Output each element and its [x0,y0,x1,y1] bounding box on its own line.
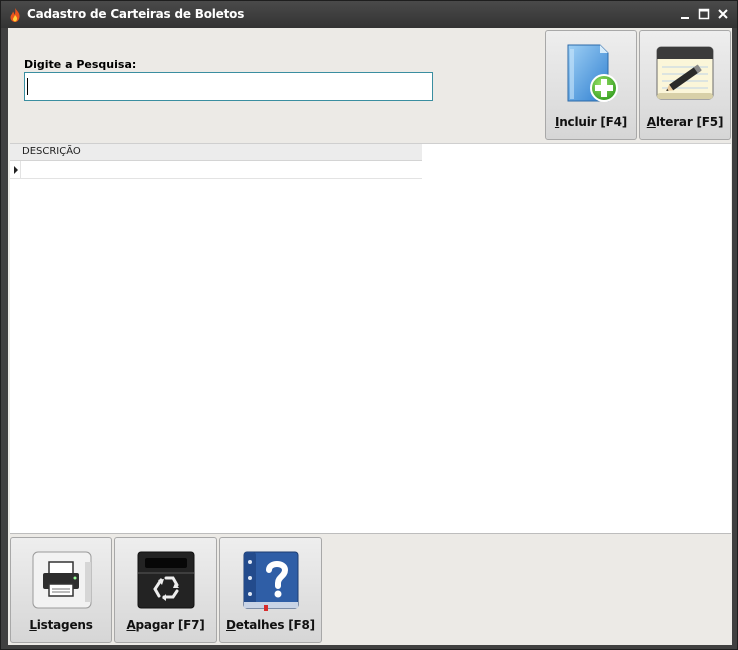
column-header-descricao[interactable]: DESCRIÇÃO [22,146,81,157]
maximize-icon[interactable] [696,6,712,22]
minimize-icon[interactable] [677,6,693,22]
help-book-icon [240,548,302,612]
printer-icon [31,548,93,612]
results-grid[interactable]: DESCRIÇÃO [10,143,731,534]
delete-button-label: Apagar [F7] [126,618,205,632]
close-icon[interactable] [715,6,731,22]
text-caret [27,78,28,95]
main-window: Cadastro de Carteiras de Boletos Digite … [0,0,738,650]
table-row[interactable] [10,161,422,179]
recycle-bin-icon [135,548,197,612]
edit-button[interactable]: Alterar [F5] [639,30,731,140]
folder-add-icon [560,41,622,105]
grid-header: DESCRIÇÃO [10,144,422,161]
details-button[interactable]: Detalhes [F8] [219,537,322,643]
listings-button[interactable]: Listagens [10,537,112,643]
window-title: Cadastro de Carteiras de Boletos [27,7,245,21]
delete-button[interactable]: Apagar [F7] [114,537,217,643]
flame-icon [7,7,23,23]
details-button-label: Detalhes [F8] [226,618,315,632]
search-label: Digite a Pesquisa: [24,58,137,71]
client-area: Digite a Pesquisa: Incluir [F4] Alterar … [8,28,732,645]
title-bar[interactable]: Cadastro de Carteiras de Boletos [1,1,737,28]
search-input[interactable] [24,72,433,101]
include-button-label: Incluir [F4] [554,115,628,129]
listings-button-label: Listagens [29,618,93,632]
edit-button-label: Alterar [F5] [646,115,724,129]
notepad-pencil-icon [654,41,716,105]
cell-descricao[interactable] [22,163,422,177]
include-button[interactable]: Incluir [F4] [545,30,637,140]
row-indicator [10,161,21,179]
